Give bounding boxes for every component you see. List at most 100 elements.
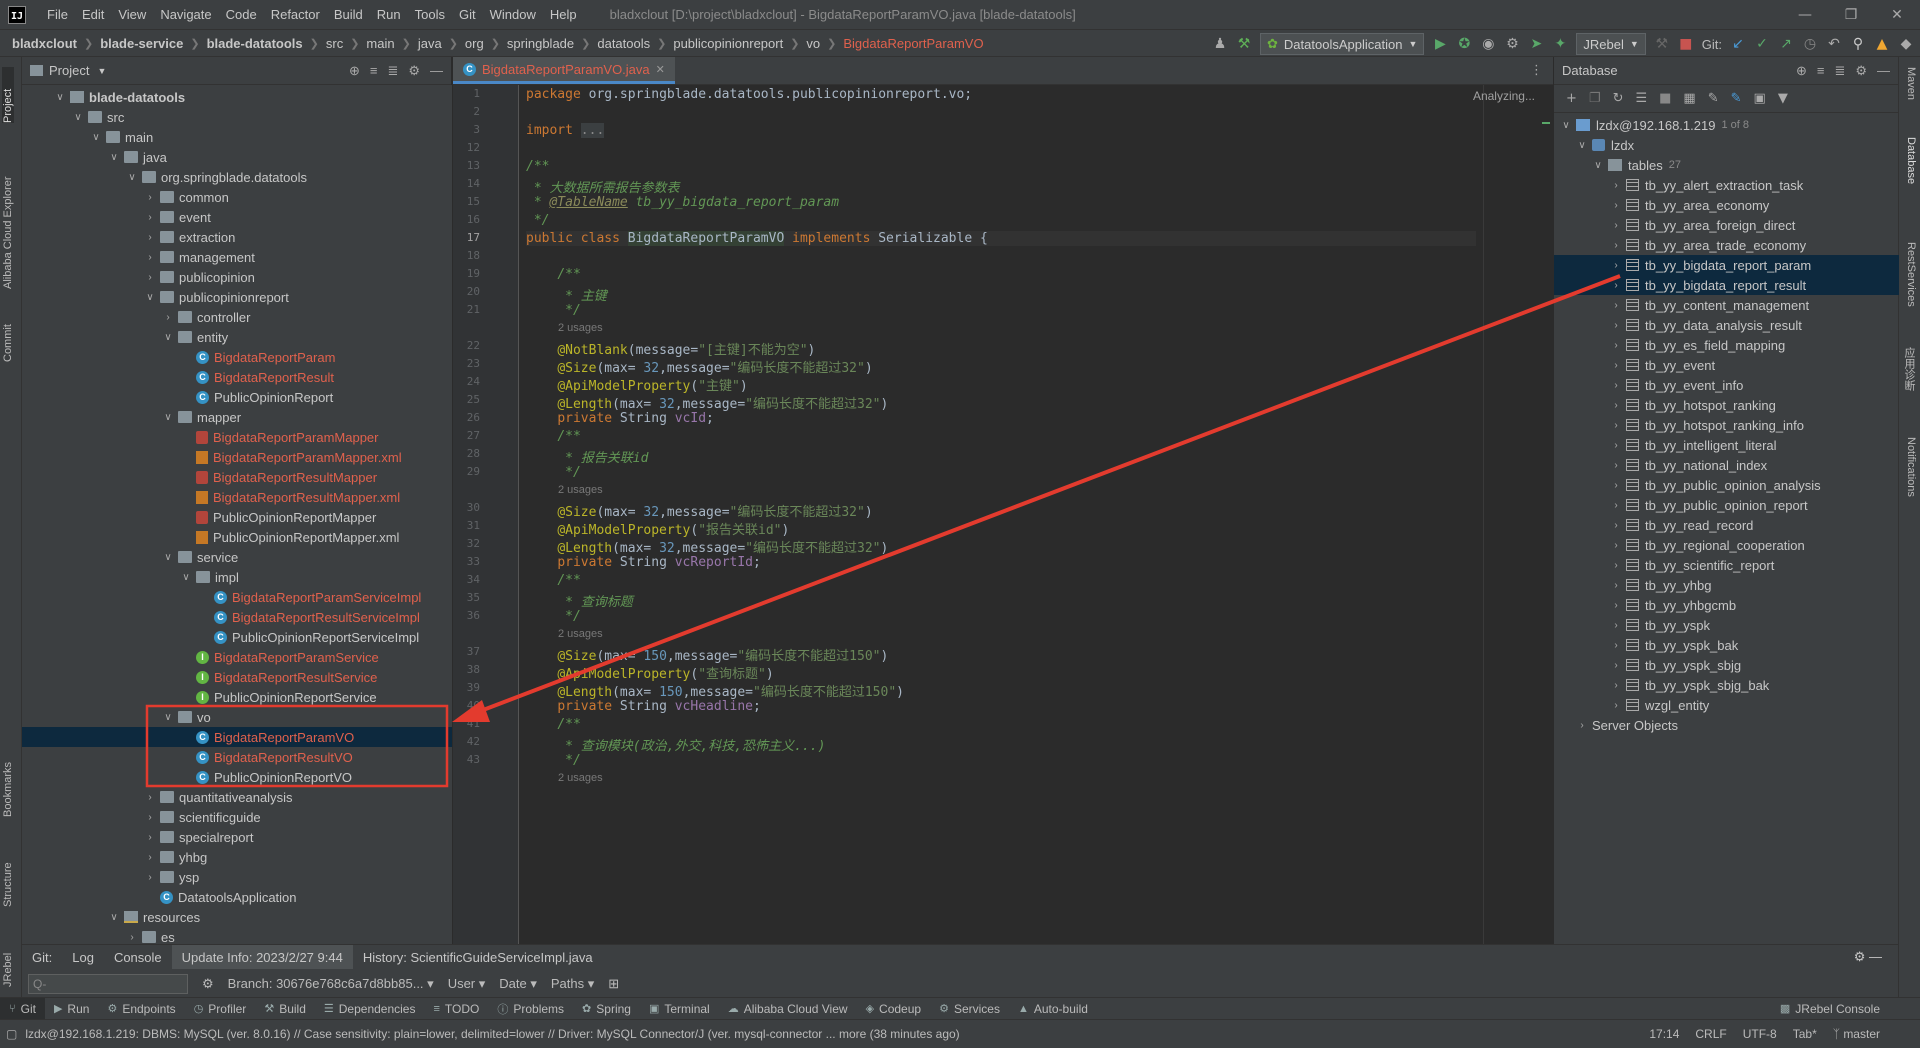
project-tree-item[interactable]: › extraction — [144, 227, 235, 247]
refresh-icon[interactable]: ↻ — [1613, 91, 1624, 106]
chevron-right-icon[interactable]: › — [1610, 240, 1622, 251]
run-icon[interactable]: ▶ — [1432, 36, 1448, 52]
bottom-tab[interactable]: Log — [62, 950, 104, 965]
database-tree-item[interactable]: › tb_yy_yspk — [1610, 615, 1710, 635]
chevron-right-icon[interactable]: › — [144, 872, 156, 883]
chevron-right-icon[interactable]: › — [1610, 460, 1622, 471]
chevron-right-icon[interactable]: › — [144, 272, 156, 283]
database-tree-item[interactable]: › tb_yy_national_index — [1610, 455, 1767, 475]
expand-all-icon[interactable]: ≡ — [370, 63, 378, 79]
chevron-right-icon[interactable]: › — [144, 192, 156, 203]
project-tree-item[interactable]: I BigdataReportParamService — [180, 647, 379, 667]
code-line[interactable]: /** — [526, 159, 549, 174]
project-tree-item[interactable]: C PublicOpinionReportServiceImpl — [198, 627, 419, 647]
search-icon[interactable]: ⚲ — [1850, 36, 1866, 52]
copy-icon[interactable]: ❐ — [1589, 91, 1601, 106]
code-line[interactable]: @ApiModelProperty("报告关联id") — [526, 519, 789, 538]
git-push-icon[interactable]: ↗ — [1778, 36, 1794, 52]
code-editor[interactable]: 1 2 3 12 13 14 15 16 17 18 19 20 21 22 23 24 25 26 27 28 29 3… — [453, 85, 1553, 944]
date-filter[interactable]: Date ▾ — [499, 976, 537, 992]
project-tree-item[interactable]: C BigdataReportParamVO — [180, 727, 354, 747]
project-tree-item[interactable]: › controller — [162, 307, 250, 327]
git-commit-icon[interactable]: ✓ — [1754, 36, 1770, 52]
chevron-right-icon[interactable]: › — [1610, 320, 1622, 331]
status-tool-icon[interactable]: ▢ — [6, 1027, 17, 1041]
database-tree-item[interactable]: › tb_yy_area_trade_economy — [1610, 235, 1806, 255]
project-tree-item[interactable]: BigdataReportParamMapper — [180, 427, 378, 447]
profile-icon[interactable]: ⚙ — [1504, 36, 1520, 52]
locate-icon[interactable]: ⊕ — [1796, 63, 1807, 79]
restore-icon[interactable]: ❐ — [1828, 0, 1874, 29]
database-tree-item[interactable]: › tb_yy_event_info — [1610, 375, 1743, 395]
menu-item-refactor[interactable]: Refactor — [264, 7, 327, 22]
code-line[interactable]: /** — [526, 267, 580, 282]
database-tree-item[interactable]: › tb_yy_alert_extraction_task — [1610, 175, 1803, 195]
project-tree-item[interactable]: › specialreport — [144, 827, 253, 847]
code-line[interactable]: import ... — [526, 123, 605, 138]
project-tree-item[interactable]: › es — [126, 927, 174, 945]
database-tree-item[interactable]: › tb_yy_hotspot_ranking_info — [1610, 415, 1804, 435]
new-tab-icon[interactable]: ⊞ — [608, 976, 619, 992]
menu-item-run[interactable]: Run — [370, 7, 408, 22]
debug-icon[interactable]: ✪ — [1456, 36, 1472, 52]
jrebel-debug-icon[interactable]: ✦ — [1552, 36, 1568, 52]
menu-item-view[interactable]: View — [111, 7, 153, 22]
bottom-tab[interactable]: Update Info: 2023/2/27 9:44 — [171, 945, 353, 969]
code-line[interactable]: private String vcHeadline; — [526, 699, 761, 714]
database-tree-item[interactable]: › tb_yy_yspk_bak — [1610, 635, 1738, 655]
menu-item-edit[interactable]: Edit — [75, 7, 111, 22]
chevron-down-icon[interactable]: ∨ — [126, 172, 138, 183]
branch-filter[interactable]: Branch: 30676e768c6a7d8bb85... ▾ — [228, 976, 434, 992]
project-tree-item[interactable]: ∨ impl — [180, 567, 239, 587]
git-update-icon[interactable]: ↙ — [1730, 36, 1746, 52]
tab-restservices[interactable]: RestServices — [1905, 242, 1917, 332]
menu-item-file[interactable]: File — [40, 7, 75, 22]
project-tree-item[interactable]: BigdataReportResultMapper.xml — [180, 487, 400, 507]
project-tree-item[interactable]: C BigdataReportParamServiceImpl — [198, 587, 421, 607]
code-line[interactable]: private String vcId; — [526, 411, 714, 426]
code-line[interactable]: * @TableName tb_yy_bigdata_report_param — [526, 195, 839, 210]
hammer-gray-icon[interactable]: ⚒ — [1654, 36, 1670, 52]
chevron-right-icon[interactable]: › — [1610, 260, 1622, 271]
filter-icon[interactable]: ▼ — [1778, 91, 1788, 106]
add-icon[interactable]: + — [1566, 91, 1577, 106]
chevron-down-icon[interactable]: ∨ — [108, 152, 120, 163]
chevron-right-icon[interactable]: › — [144, 812, 156, 823]
database-tree-item[interactable]: › tb_yy_intelligent_literal — [1610, 435, 1776, 455]
tab-app-diagnosis[interactable]: 应用诊断 — [1901, 347, 1917, 407]
project-tree-item[interactable]: ∨ blade-datatools — [54, 87, 185, 107]
database-tree-item[interactable]: › tb_yy_hotspot_ranking — [1610, 395, 1775, 415]
tab-maven[interactable]: Maven — [1905, 67, 1917, 117]
project-tree-item[interactable]: › yhbg — [144, 847, 207, 867]
code-line[interactable]: */ — [526, 303, 581, 318]
project-tree-item[interactable]: ∨ entity — [162, 327, 228, 347]
tool-window-jrebel-console[interactable]: ▩ JRebel Console — [1771, 1002, 1920, 1016]
breadcrumb-item[interactable]: bladxclout — [12, 36, 77, 51]
database-tree-item[interactable]: › tb_yy_area_economy — [1610, 195, 1769, 215]
chevron-down-icon[interactable]: ∨ — [90, 132, 102, 143]
tool-window-spring[interactable]: ✿ Spring — [573, 1002, 640, 1016]
git-log-search-input[interactable]: Q- — [28, 973, 188, 994]
chevron-right-icon[interactable]: › — [1610, 500, 1622, 511]
code-line[interactable]: /** — [526, 429, 580, 444]
breadcrumb-item[interactable]: vo — [806, 36, 820, 51]
chevron-right-icon[interactable]: › — [1610, 540, 1622, 551]
gear-icon[interactable]: ⚙ — — [1844, 949, 1898, 965]
user-filter[interactable]: User ▾ — [448, 976, 486, 992]
chevron-down-icon[interactable]: ∨ — [1576, 140, 1588, 151]
database-tree-item[interactable]: › tb_yy_area_foreign_direct — [1610, 215, 1795, 235]
expand-all-icon[interactable]: ≡ — [1817, 63, 1825, 79]
project-tree-item[interactable]: C BigdataReportParam — [180, 347, 335, 367]
project-tree-item[interactable]: C PublicOpinionReport — [180, 387, 333, 407]
project-tree-item[interactable]: ∨ mapper — [162, 407, 241, 427]
jrebel-select[interactable]: JRebel ▼ — [1576, 33, 1646, 55]
tab-commit[interactable]: Commit — [2, 312, 14, 362]
chevron-right-icon[interactable]: › — [1610, 280, 1622, 291]
project-tree-item[interactable]: ∨ resources — [108, 907, 200, 927]
project-tree-item[interactable]: BigdataReportParamMapper.xml — [180, 447, 402, 467]
tab-bigdatareportparamvo[interactable]: C BigdataReportParamVO.java ✕ — [453, 57, 675, 84]
indent-setting[interactable]: Tab* — [1793, 1027, 1817, 1041]
chevron-right-icon[interactable]: › — [1610, 360, 1622, 371]
chevron-down-icon[interactable]: ∨ — [1592, 160, 1604, 171]
code-line[interactable]: @Length(max= 32,message="编码长度不能超过32") — [526, 537, 888, 556]
